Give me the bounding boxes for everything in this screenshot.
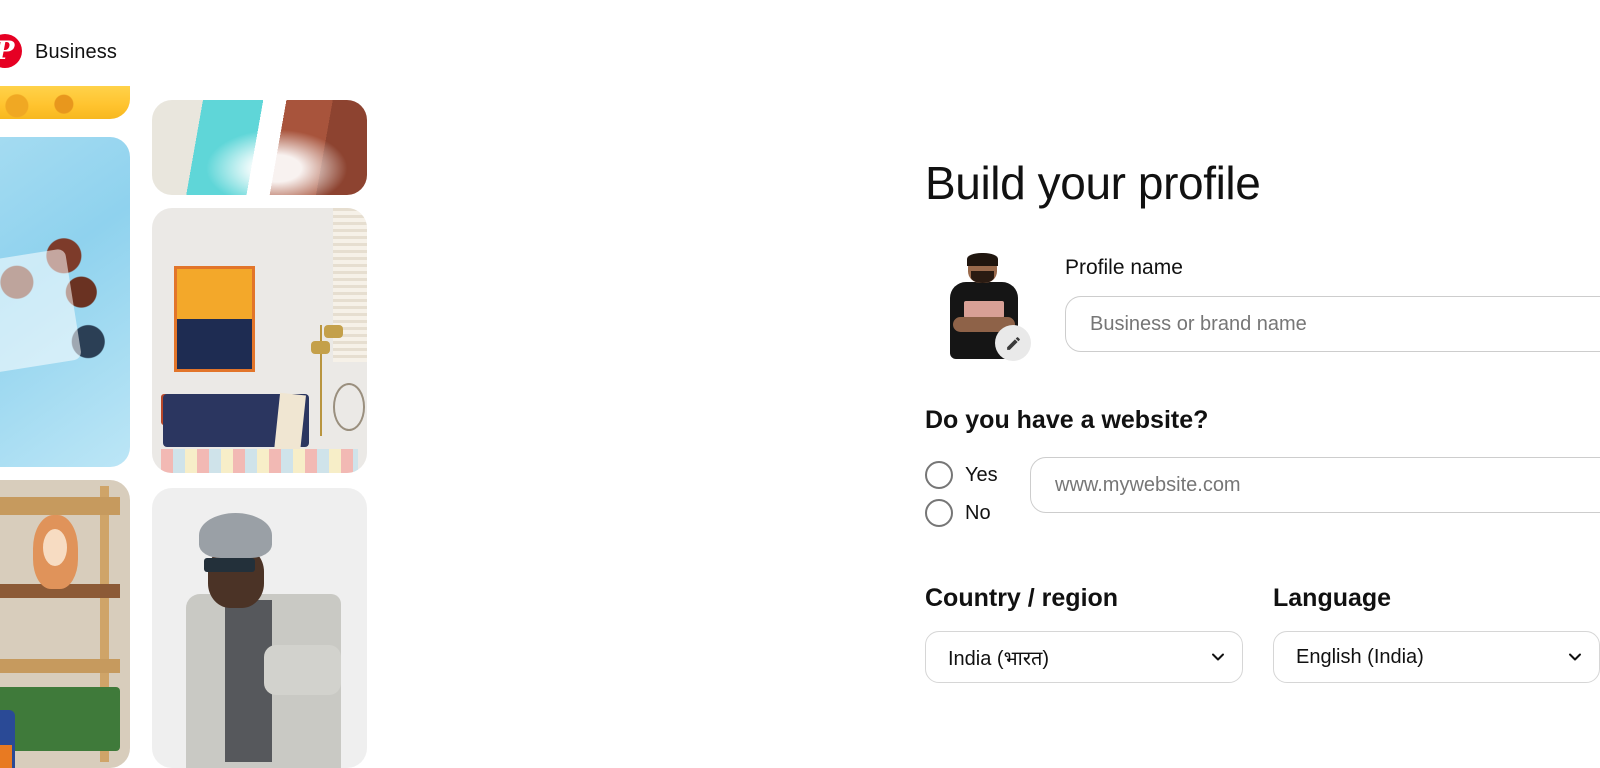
profile-name-placeholder: Business or brand name <box>1090 312 1307 335</box>
page-header: P Business <box>0 0 1600 86</box>
window-blinds <box>332 208 367 362</box>
floor-lamp-head-lower <box>311 340 331 354</box>
pinterest-logo-circle: P <box>0 34 22 68</box>
child-shorts <box>0 744 12 768</box>
avatar-hair <box>966 253 998 266</box>
country-select-value: India (भारत) <box>948 647 1050 670</box>
food-platter-image <box>0 137 130 467</box>
yellow-car-image <box>0 86 130 119</box>
sofa-throw <box>273 392 306 453</box>
radio-option-yes[interactable]: Yes <box>925 456 998 494</box>
website-url-placeholder: www.mywebsite.com <box>1055 473 1241 496</box>
radio-no-circle[interactable] <box>925 499 953 527</box>
pencil-edit-icon[interactable] <box>995 325 1031 361</box>
avatar-tshirt-print <box>964 300 1004 318</box>
image-collage <box>0 86 400 768</box>
country-label: Country / region <box>925 584 1119 612</box>
profile-name-label: Profile name <box>1065 256 1183 279</box>
man-blazer-image <box>152 488 367 768</box>
bunk-rail-top <box>0 497 120 515</box>
grey-beanie <box>199 513 273 558</box>
living-room-image <box>152 208 367 473</box>
profile-avatar[interactable] <box>943 253 1031 361</box>
website-radio-group: Yes No <box>925 456 998 532</box>
kids-bunk-bed-image <box>0 480 130 768</box>
abstract-art <box>173 266 256 373</box>
avatar-beard <box>970 271 994 283</box>
page-title: Build your profile <box>925 157 1261 209</box>
art-bottom-block <box>176 319 253 370</box>
country-select[interactable]: India (भारत) <box>925 631 1243 683</box>
sunglasses <box>203 558 256 572</box>
blazer-sleeve <box>263 644 342 696</box>
language-select[interactable]: English (India) <box>1273 631 1600 683</box>
radio-no-label: No <box>965 501 991 524</box>
website-url-input[interactable]: www.mywebsite.com <box>1030 457 1600 513</box>
floor-lamp-head-upper <box>324 324 344 338</box>
waterfall-image <box>152 100 367 195</box>
pinterest-logo-glyph: P <box>0 38 14 63</box>
art-top-block <box>176 269 253 320</box>
chevron-down-icon <box>1569 653 1581 661</box>
radio-yes-label: Yes <box>965 463 998 486</box>
chevron-down-icon <box>1212 653 1224 661</box>
language-select-value: English (India) <box>1296 645 1424 668</box>
language-label: Language <box>1273 584 1392 612</box>
build-profile-page: P Business <box>0 0 1600 768</box>
profile-name-input[interactable]: Business or brand name <box>1065 296 1600 352</box>
bicycle-wheel <box>332 382 365 431</box>
striped-rug <box>160 449 359 473</box>
radio-yes-circle[interactable] <box>925 461 953 489</box>
bunk-rail-lower <box>0 658 120 673</box>
website-question: Do you have a website? <box>925 406 1209 434</box>
pinterest-logo-icon[interactable]: P <box>0 34 22 68</box>
green-bedding <box>0 687 120 751</box>
radio-option-no[interactable]: No <box>925 494 998 532</box>
brand-label: Business <box>35 41 117 63</box>
build-profile-form: Build your profile Profile name Business… <box>925 86 1600 768</box>
